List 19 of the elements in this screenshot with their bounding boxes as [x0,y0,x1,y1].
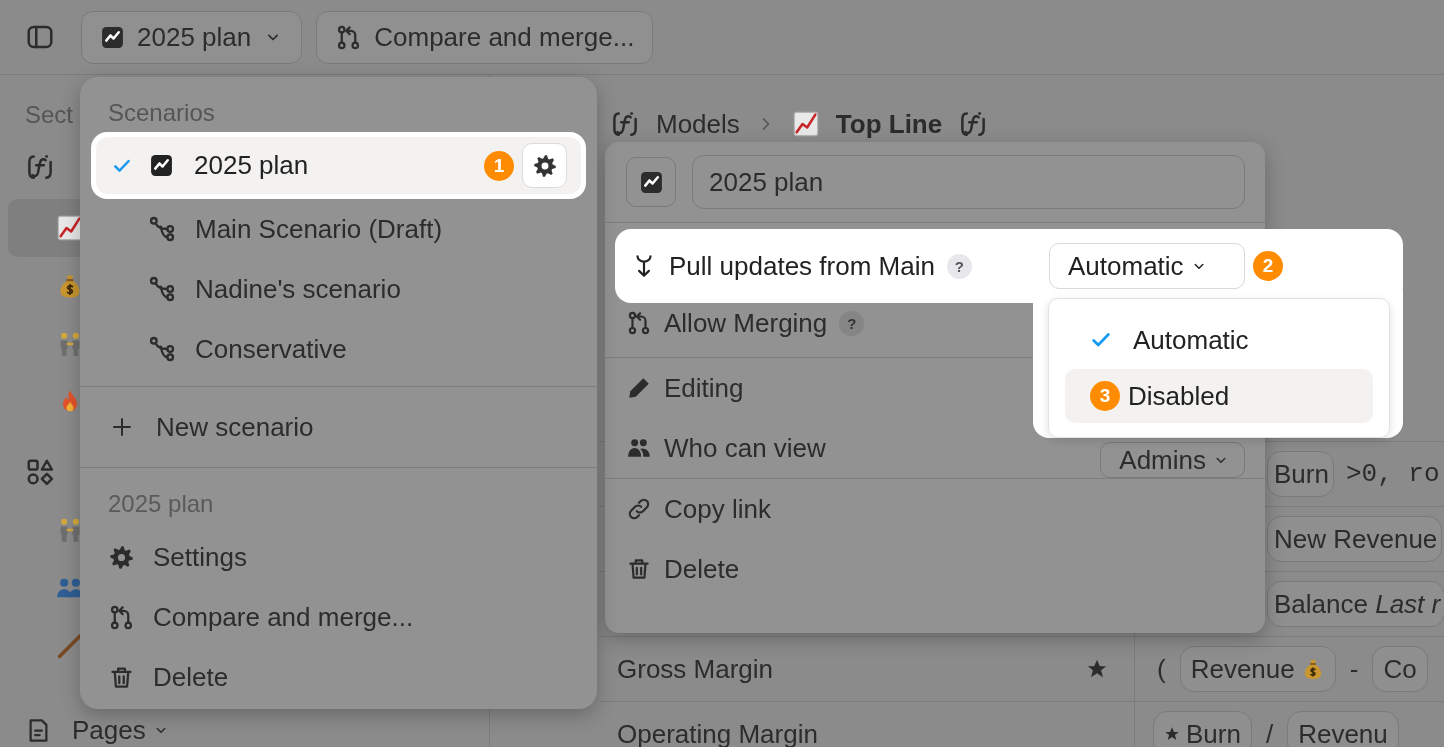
step-badge: 3 [1090,381,1120,411]
setting-label: Editing [664,372,744,404]
setting-label: Copy link [664,493,771,525]
setting-label: Delete [664,553,740,585]
row-name: Operating Margin [617,718,819,747]
formula-operator: / [1264,718,1275,747]
setting-label: Who can view [664,432,826,464]
setting-label: Allow Merging [664,307,828,339]
formula-operator: - [1348,653,1360,685]
formula-code: >0, ro [1345,459,1440,489]
formula-operator: ( [1156,653,1167,685]
menu-heading: 2025 plan [107,489,215,519]
setting-label: Pull updates from Main [669,250,935,282]
step-badge: 1 [484,150,514,181]
breadcrumb-current: Top Line [835,108,943,140]
step-badge: 2 [1253,251,1283,281]
menu-heading: Scenarios [107,98,216,128]
row-name: Gross Margin [617,653,775,685]
scenario-label: 2025 plan [194,150,310,181]
